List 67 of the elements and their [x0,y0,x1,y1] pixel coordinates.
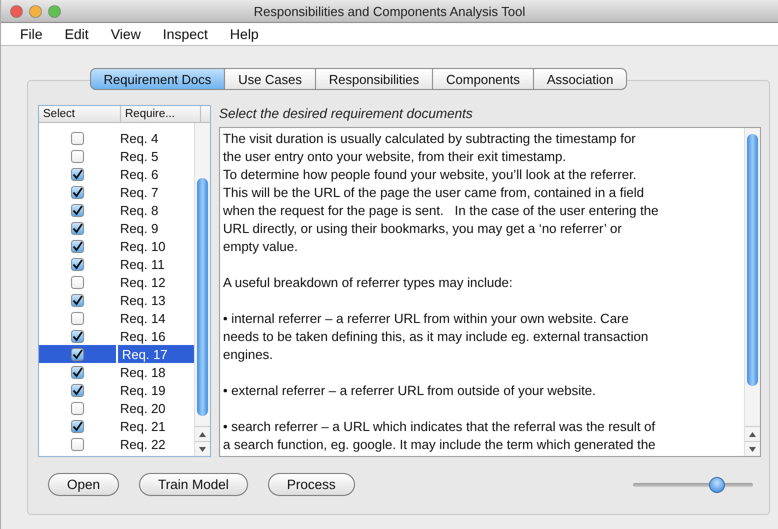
menu-item[interactable]: Help [218,26,270,42]
table-cell-text: Req. 18 [119,364,167,380]
document-paragraph: • internal referrer – a referrer URL from within your own website. Care needs to be taken defining this, as it may include eg. external transaction engines. [223,310,650,364]
menu-item[interactable]: View [100,26,152,42]
document-paragraph: • search referrer – a URL which indicates that the referral was the result of a search function, eg. google. It may include the term which generated the [223,418,657,454]
menu-item[interactable]: Edit [54,26,100,42]
tab[interactable]: Use Cases [225,68,316,90]
document-paragraph: The visit duration is usually calculated by subtracting the timestamp for the user entry onto your website, from their exit timestamp. To determine how people found your website, you’ll look at the referrer. This will be the URL of the page the user came from, contained in a field when the request for the page is sent. In the case of the user entering the URL directly, or using their bookmarks, you may get a ‘no referrer’ or empty value. [223,130,660,256]
checkbox[interactable] [71,204,84,216]
table-cell-text: Req. 4 [119,130,160,146]
tab[interactable]: Components [433,68,534,90]
table-cell-text: Req. 9 [119,220,160,236]
checkbox[interactable] [71,222,84,234]
tab[interactable]: Responsibilities [316,68,434,90]
scrollbar[interactable] [194,123,210,456]
document-paragraph: A useful breakdown of referrer types may include: [223,274,514,292]
column-header[interactable]: Select [39,106,121,122]
table-row[interactable]: Req. 17 [39,345,194,363]
checkbox[interactable] [71,438,84,450]
slider[interactable] [633,476,753,494]
table-cell-text: Req. 19 [119,382,167,398]
table-cell-text: Req. 17 [121,346,169,362]
table-cell-text: Req. 22 [119,436,167,452]
table-cell-text: Req. 10 [119,238,167,254]
tab[interactable]: Requirement Docs [90,68,226,90]
table-cell-text: Req. 11 [119,256,166,272]
minimize-button[interactable] [29,4,42,18]
checkbox[interactable] [71,312,84,324]
checkbox[interactable] [71,150,84,162]
table-cell-text: Req. 16 [119,328,167,344]
action-button[interactable]: Process [268,473,355,496]
scrollbar[interactable] [744,128,760,456]
checkbox[interactable] [71,240,84,252]
checkbox[interactable] [71,384,84,396]
zoom-button[interactable] [48,4,61,18]
checkbox[interactable] [71,186,84,198]
checkbox[interactable] [71,258,84,270]
table-cell-text: Req. 8 [119,202,160,218]
table-cell-text: Req. 7 [119,184,160,200]
table-cell-text: Req. 12 [119,274,167,290]
close-button[interactable] [10,4,23,18]
checkbox[interactable] [71,330,84,342]
table-cell-text: Req. 6 [119,166,160,182]
slider-thumb[interactable] [709,476,725,492]
action-button[interactable]: Train Model [139,473,248,496]
table-cell-text: Req. 14 [119,310,167,326]
checkbox[interactable] [71,348,84,360]
table-cell-text: Req. 13 [119,292,167,308]
document-text-area[interactable] [219,127,761,457]
checkbox[interactable] [71,366,84,378]
checkbox[interactable] [71,132,84,144]
menu-item[interactable]: Inspect [152,26,219,42]
instruction-text: Select the desired requirement documents [219,105,474,123]
tab[interactable]: Association [534,68,628,90]
table-cell-text: Req. 20 [119,400,167,416]
checkbox[interactable] [71,168,84,180]
checkbox[interactable] [71,420,84,432]
checkbox[interactable] [71,276,84,288]
checkbox[interactable] [71,402,84,414]
action-button[interactable]: Open [48,473,120,496]
column-header[interactable]: Require... [121,106,201,122]
window-title: Responsibilities and Components Analysis Tool [252,4,526,18]
document-paragraph: • external referrer – a referrer URL from outside of your website. [223,382,597,400]
table-cell-text: Req. 5 [119,148,160,164]
table-cell-text: Req. 21 [119,418,167,434]
menu-item[interactable]: File [9,26,54,42]
checkbox[interactable] [71,294,84,306]
